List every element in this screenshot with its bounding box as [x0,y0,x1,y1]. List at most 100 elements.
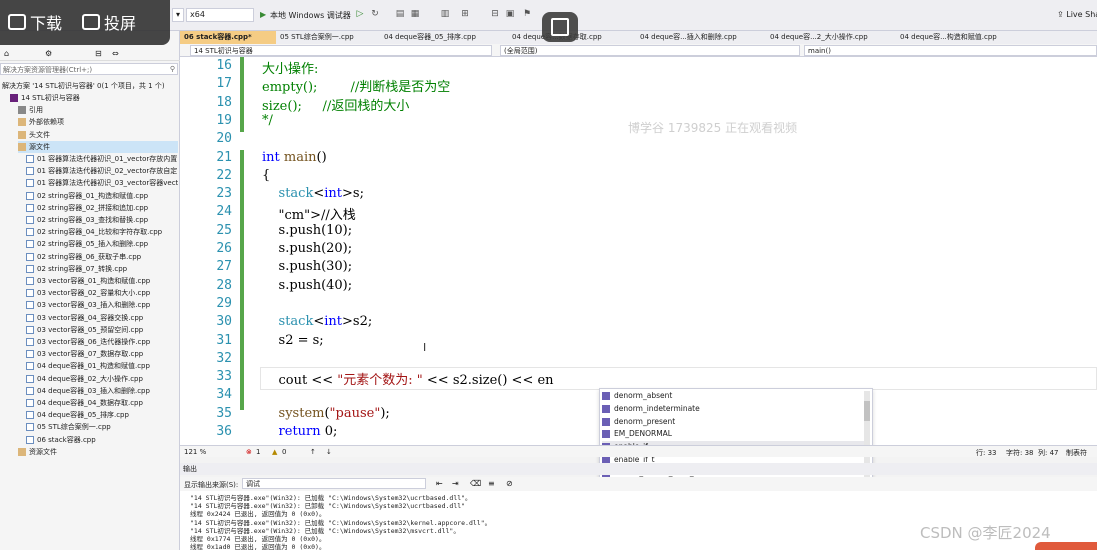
output-icon-5[interactable]: ⊘ [506,479,513,488]
code-line[interactable]: return 0; [262,424,338,439]
intellisense-item[interactable]: denorm_absent [602,390,864,403]
tree-item[interactable]: 源文件 [18,140,178,153]
tree-item[interactable]: 01 容器算法迭代器初识_01_vector存放内置 [26,153,178,165]
tab-1[interactable]: 05 STL综合案例一.cpp [276,31,380,44]
code-line[interactable]: s.push(10); [262,223,353,238]
output-icon-3[interactable]: ⌫ [470,479,481,488]
tree-item[interactable]: 01 容器算法迭代器初识_02_vector存放自定 [26,165,178,177]
toolbar-icon-d[interactable]: ⊞ [460,9,470,19]
sync-icon[interactable]: ⚙ [45,49,52,58]
nav-down-icon[interactable]: ↓ [326,448,332,456]
tree-item[interactable]: 03 vector容器_02_容量和大小.cpp [26,287,178,299]
tree-item[interactable]: 02 string容器_02_拼接和追加.cpp [26,202,178,214]
tree-item[interactable]: 02 string容器_05_插入和删除.cpp [26,238,178,250]
warning-icon[interactable]: ▲ [272,448,277,456]
tree-item[interactable]: 资源文件 [18,446,178,458]
code-line[interactable]: */ [262,113,273,128]
code-line[interactable]: empty(); //判断栈是否为空 [262,76,450,95]
code-line[interactable]: s.push(40); [262,278,353,293]
tree-item[interactable]: 头文件 [18,129,178,141]
properties-icon[interactable]: ⇔ [112,49,119,58]
line-number: 22 [216,167,232,183]
toolbar-icon-a[interactable]: ▤ [395,9,405,19]
bookmark-icon[interactable]: ⚑ [522,9,532,19]
download-button[interactable]: 下载 [8,10,62,34]
code-line[interactable]: 大小操作: [262,58,318,77]
tree-item-label: 03 vector容器_05_预留空间.cpp [37,325,144,334]
toolbar-icon-f[interactable]: ▣ [505,9,515,19]
error-icon[interactable]: ⊗ [246,448,252,456]
live-share-button[interactable]: ⇪ Live Sha [1057,10,1097,19]
code-line[interactable]: stack<int>s2; [262,314,373,329]
solution-root[interactable]: 解决方案 '14 STL初识与容器' 0(1 个项目，共 1 个) [2,80,178,92]
code-line[interactable]: system("pause"); [262,406,390,421]
nav-up-icon[interactable]: ↑ [310,448,316,456]
tree-item[interactable]: 02 string容器_06_获取子串.cpp [26,251,178,263]
collapse-icon[interactable]: ⊟ [95,49,102,58]
zoom-level[interactable]: 121 % [184,448,206,456]
start-without-debug-icon[interactable]: ▷ [355,9,365,19]
tree-item[interactable]: 03 vector容器_01_构造和赋值.cpp [26,275,178,287]
code-line[interactable]: cout << "元素个数为: " << s2.size() << en [262,369,554,388]
toolbar-icon-e[interactable]: ⊟ [490,9,500,19]
intellisense-item[interactable]: denorm_present [602,416,864,429]
tree-item[interactable]: 01 容器算法迭代器初识_03_vector容器vect [26,177,178,189]
tab-5[interactable]: 04 deque容...2_大小操作.cpp [766,31,896,44]
tab-2[interactable]: 04 deque容器_05_排序.cpp [380,31,508,44]
output-icon-2[interactable]: ⇥ [452,479,459,488]
project-dropdown[interactable]: 14 STL初识与容器 [190,45,492,56]
intellisense-item[interactable]: denorm_indeterminate [602,403,864,416]
search-icon[interactable]: ⚲ [170,65,175,73]
tree-item[interactable]: 02 string容器_03_查找和替换.cpp [26,214,178,226]
function-dropdown[interactable]: main() [804,45,1097,56]
code-line[interactable]: s.push(20); [262,241,353,256]
tree-item[interactable]: 引用 [18,104,178,116]
tab-4[interactable]: 04 deque容...插入和删除.cpp [636,31,766,44]
tree-item[interactable]: 04 deque容器_04_数据存取.cpp [26,397,178,409]
tree-item[interactable]: 04 deque容器_01_构造和赋值.cpp [26,360,178,372]
tree-item[interactable]: 03 vector容器_05_预留空间.cpp [26,324,178,336]
toolbar-icon-c[interactable]: ▥ [440,9,450,19]
tab-0[interactable]: 06 stack容器.cpp* [180,31,276,44]
code-line[interactable]: size(); //返回栈的大小 [262,95,409,114]
output-icon-4[interactable]: ≡ [488,479,495,488]
tree-item[interactable]: 02 string容器_01_构造和赋值.cpp [26,190,178,202]
tree-item[interactable]: 03 vector容器_06_迭代器操作.cpp [26,336,178,348]
tree-item[interactable]: 03 vector容器_07_数据存取.cpp [26,348,178,360]
code-line[interactable]: "cm">//入栈 [262,204,356,223]
code-line[interactable]: s.push(30); [262,259,353,274]
tree-item[interactable]: 02 string容器_04_比较和字符存取.cpp [26,226,178,238]
tree-item[interactable]: 03 vector容器_03_插入和删除.cpp [26,299,178,311]
tree-item[interactable]: 04 deque容器_03_插入和删除.cpp [26,385,178,397]
tree-item[interactable]: 05 STL综合案例一.cpp [26,421,178,433]
output-icon-1[interactable]: ⇤ [436,479,443,488]
code-line[interactable]: { [262,168,270,183]
output-panel-header: 输出 [180,463,1097,475]
tree-item[interactable]: 06 stack容器.cpp [26,434,178,446]
config-dropdown[interactable]: ▾ [172,8,184,22]
home-icon[interactable]: ⌂ [4,49,9,58]
refresh-icon[interactable]: ↻ [370,9,380,19]
tab-6[interactable]: 04 deque容...构造和赋值.cpp [896,31,1026,44]
code-editor[interactable]: 16 大小操作: 17 empty(); //判断栈是否为空 18 size(); //返… [180,57,1097,445]
tree-item[interactable]: 04 deque容器_02_大小操作.cpp [26,373,178,385]
project-button[interactable]: 投屏 [82,10,136,34]
code-line[interactable]: int main() [262,150,327,165]
intellisense-item[interactable]: EM_DENORMAL [602,428,864,441]
run-debugger-button[interactable]: 本地 Windows 调试器 [270,10,351,21]
cpp-icon [26,374,34,383]
toolbar-icon-b[interactable]: ▦ [410,9,420,19]
solution-search-input[interactable]: 解决方案资源管理器(Ctrl+;) ⚲ [0,63,178,75]
code-line[interactable]: stack<int>s; [262,186,364,201]
fullscreen-button[interactable] [542,12,578,42]
tree-item[interactable]: 04 deque容器_05_排序.cpp [26,409,178,421]
platform-dropdown[interactable]: x64 [186,8,254,22]
tree-item[interactable]: 02 string容器_07_转换.cpp [26,263,178,275]
tree-item[interactable]: 14 STL初识与容器 [10,92,178,104]
tree-item[interactable]: 03 vector容器_04_容器交换.cpp [26,312,178,324]
scope-dropdown[interactable]: (全局范围) [500,45,800,56]
output-source-dropdown[interactable]: 调试 [242,478,426,489]
tree-item[interactable]: 外部依赖项 [18,116,178,128]
code-line[interactable]: s2 = s; [262,333,324,348]
run-icon[interactable]: ▶ [260,10,266,19]
